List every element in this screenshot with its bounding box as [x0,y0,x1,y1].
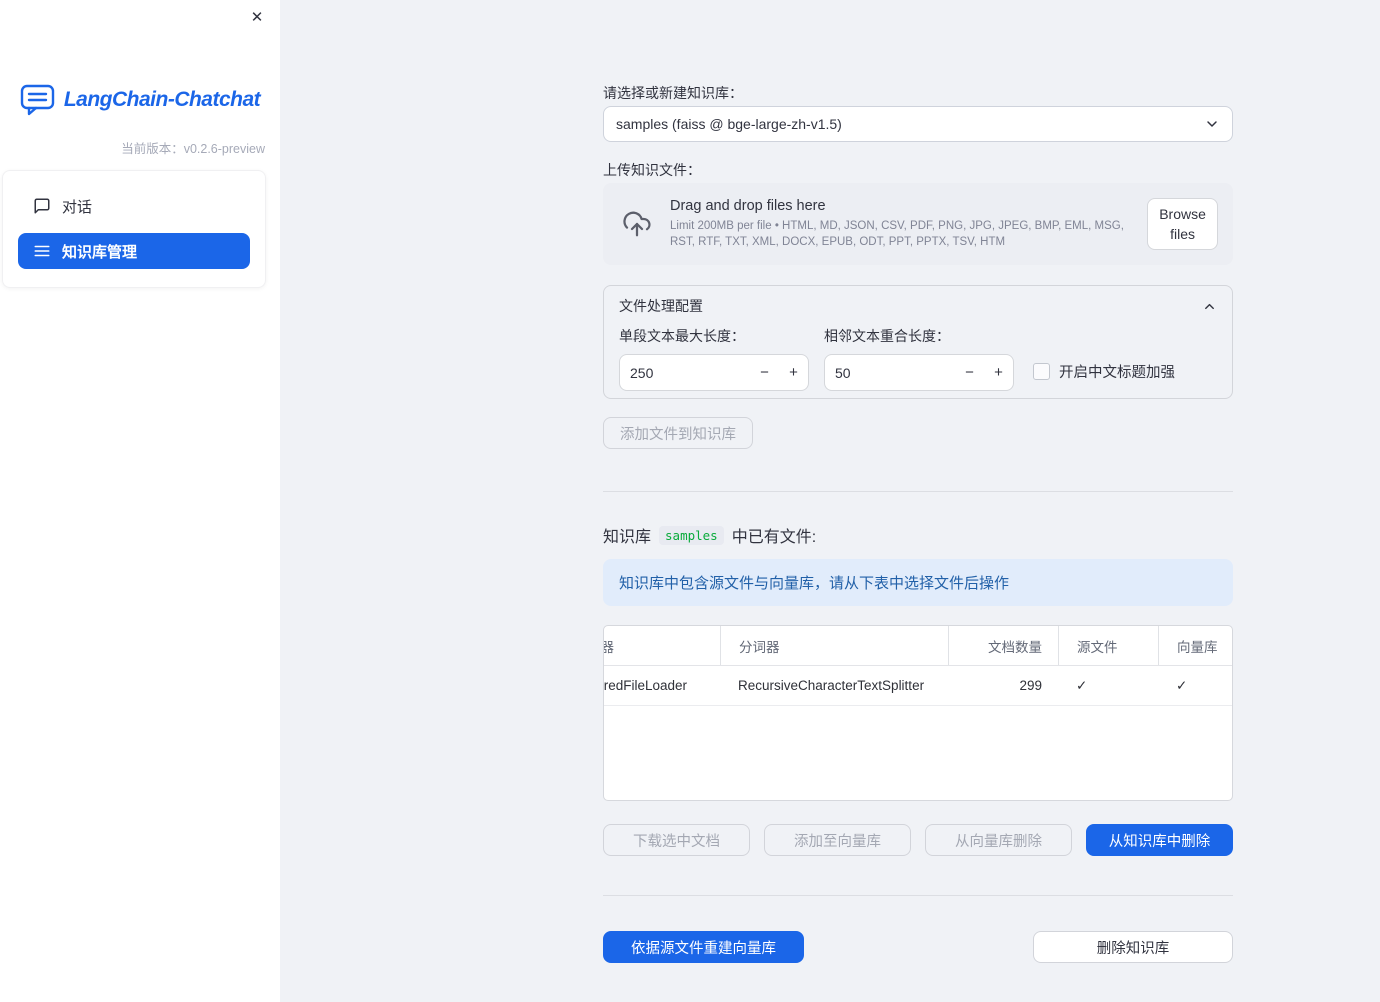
existing-prefix: 知识库 [603,529,652,546]
file-dropzone[interactable]: Drag and drop files here Limit 200MB per… [603,183,1233,265]
col-header-vector-store: 向量库 [1158,626,1232,665]
sidebar-item-knowledge-base[interactable]: 知识库管理 [18,233,250,269]
cell-splitter: RecursiveCharacterTextSplitter [738,678,925,693]
stack-icon [33,242,51,260]
col-header-loader: 文档加载器 [604,626,720,665]
chat-bubble-icon [33,197,51,215]
files-table: 文档加载器 分词器 文档数量 源文件 向量库 UnstructuredFileL… [603,625,1233,801]
overlap-group: 相邻文本重合长度： 50 − + [824,326,1014,391]
sidebar-item-label: 对话 [62,198,93,216]
step-down-button[interactable]: − [750,355,779,390]
sidebar-item-chat[interactable]: 对话 [18,189,250,223]
cell-vector-store-check: ✓ [1176,677,1188,693]
overlap-label: 相邻文本重合长度： [824,328,950,344]
main-content: 请选择或新建知识库： samples (faiss @ bge-large-zh… [603,0,1233,963]
col-header-splitter: 分词器 [720,626,948,665]
existing-files-heading: 知识库 samples 中已有文件: [603,523,1233,547]
step-up-button[interactable]: + [779,355,808,390]
col-header-docs-count: 文档数量 [948,626,1058,665]
sidebar-close-button[interactable]: ✕ [246,7,268,29]
app-logo: LangChain-Chatchat [0,84,280,116]
add-to-vector-store-button[interactable]: 添加至向量库 [764,824,911,856]
kb-actions-row: 依据源文件重建向量库 删除知识库 [603,931,1233,963]
kb-name-code: samples [659,525,724,545]
chunk-size-group: 单段文本最大长度： 250 − + [619,326,809,391]
kb-select[interactable]: samples (faiss @ bge-large-zh-v1.5) [603,106,1233,142]
add-files-button[interactable]: 添加文件到知识库 [603,417,753,449]
dropzone-text: Drag and drop files here Limit 200MB per… [670,198,1147,250]
chunk-size-input[interactable]: 250 − + [619,354,809,391]
table-row[interactable]: UnstructuredFileLoader RecursiveCharacte… [604,666,1232,706]
download-selected-button[interactable]: 下载选中文档 [603,824,750,856]
config-row: 单段文本最大长度： 250 − + 相邻文本重合长度： 50 − + 开启中文标… [619,326,1217,391]
version-label: 当前版本：v0.2.6-preview [121,142,265,156]
step-down-button[interactable]: − [955,355,984,390]
kb-select-value: samples (faiss @ bge-large-zh-v1.5) [616,116,842,132]
step-up-button[interactable]: + [984,355,1013,390]
upload-label: 上传知识文件： [603,162,701,178]
table-header-row: 文档加载器 分词器 文档数量 源文件 向量库 [604,626,1232,666]
sidebar: ✕ LangChain-Chatchat 当前版本：v0.2.6-preview… [0,0,280,1002]
chevron-up-icon [1202,299,1217,314]
file-config-expander: 文件处理配置 单段文本最大长度： 250 − + 相邻文本重合长度： 50 − … [603,285,1233,399]
kb-select-label: 请选择或新建知识库： [603,85,743,101]
delete-kb-button[interactable]: 删除知识库 [1033,931,1233,963]
col-header-source-file: 源文件 [1058,626,1158,665]
expander-header[interactable]: 文件处理配置 [619,286,1217,326]
divider [603,491,1233,492]
chunk-size-value[interactable]: 250 [620,365,750,381]
cell-docs-count: 299 [1019,678,1042,693]
chevron-down-icon [1204,116,1220,132]
overlap-input[interactable]: 50 − + [824,354,1014,391]
chunk-size-label: 单段文本最大长度： [619,328,745,344]
browse-files-button[interactable]: Browse files [1147,198,1218,250]
delete-from-kb-button[interactable]: 从知识库中删除 [1086,824,1233,856]
cloud-upload-icon [620,209,654,239]
app-title: LangChain-Chatchat [63,88,261,111]
sidebar-menu: 对话 知识库管理 [2,170,266,288]
expander-title: 文件处理配置 [619,298,703,314]
dropzone-title: Drag and drop files here [670,198,826,214]
checkbox-label: 开启中文标题加强 [1059,365,1175,381]
dropzone-limit: Limit 200MB per file • HTML, MD, JSON, C… [670,220,1124,248]
info-banner: 知识库中包含源文件与向量库，请从下表中选择文件后操作 [603,559,1233,606]
checkbox-icon [1033,363,1050,380]
file-actions-row: 下载选中文档 添加至向量库 从向量库删除 从知识库中删除 [603,824,1233,856]
cell-loader: UnstructuredFileLoader [604,678,687,693]
existing-suffix: 中已有文件: [731,529,817,546]
cell-source-file-check: ✓ [1076,677,1088,693]
logo-chat-icon [20,84,56,116]
rebuild-vector-store-button[interactable]: 依据源文件重建向量库 [603,931,804,963]
sidebar-item-label: 知识库管理 [62,243,138,261]
divider [603,895,1233,896]
overlap-value[interactable]: 50 [825,365,955,381]
chinese-title-checkbox[interactable]: 开启中文标题加强 [1033,361,1175,382]
close-icon: ✕ [250,9,264,26]
remove-from-vector-store-button[interactable]: 从向量库删除 [925,824,1072,856]
